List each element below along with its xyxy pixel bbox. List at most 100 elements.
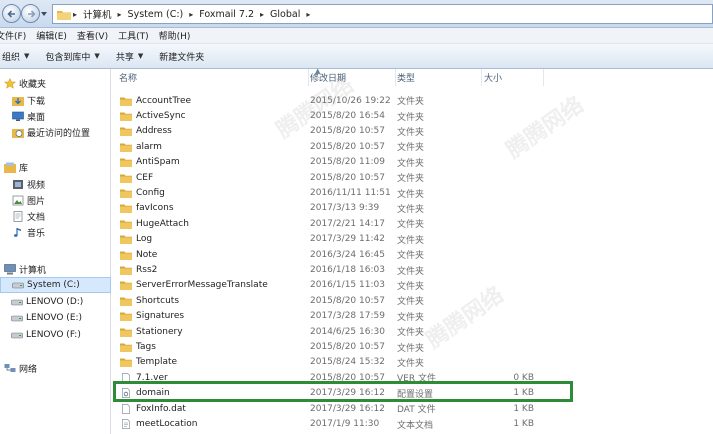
new-folder-button[interactable]: 新建文件夹	[155, 46, 216, 66]
nav-music-label: 音乐	[27, 228, 46, 239]
column-header-size[interactable]: 大小	[484, 69, 544, 86]
file-type: 文件夹	[397, 174, 425, 185]
column-header-modified[interactable]: 修改日期	[310, 69, 396, 86]
folder-icon	[120, 358, 132, 368]
star-icon	[4, 77, 16, 89]
file-row[interactable]: HugeAttach 2017/2/21 14:17 文件夹	[112, 216, 713, 231]
breadcrumb-separator[interactable]: ▸	[258, 10, 266, 19]
file-date: 2017/1/9 11:30	[310, 419, 380, 430]
breadcrumb-separator[interactable]: ▸	[187, 10, 195, 19]
nav-drive-c[interactable]: System (C:)	[0, 277, 111, 293]
folder-icon	[120, 281, 132, 291]
file-type: 文件夹	[397, 328, 425, 339]
file-name-cell: Template	[120, 357, 177, 368]
breadcrumb-separator[interactable]: ▸	[116, 10, 124, 19]
nav-drive-d[interactable]: LENOVO (D:)	[11, 294, 122, 310]
back-button[interactable]	[2, 4, 21, 23]
nav-documents[interactable]: 文档	[12, 208, 123, 224]
folder-icon	[120, 220, 132, 229]
breadcrumb-foxmail[interactable]: Foxmail 7.2	[195, 5, 258, 23]
network-icon	[4, 363, 16, 372]
nav-drive-e[interactable]: LENOVO (E:)	[11, 310, 122, 326]
nav-favorites[interactable]: 收藏夹	[4, 75, 115, 91]
file-date: 2015/8/20 10:57	[310, 141, 385, 152]
file-row[interactable]: meetLocation 2017/1/9 11:30 文本文档 1 KB	[112, 416, 713, 431]
file-row[interactable]: Template 2015/8/24 15:32 文件夹	[112, 355, 713, 370]
organize-button[interactable]: 组织 ▼	[0, 46, 41, 66]
file-row[interactable]: Config 2016/11/11 11:51 文件夹	[112, 185, 713, 200]
breadcrumb[interactable]: ▸ 计算机 ▸ System (C:) ▸ Foxmail 7.2 ▸ Glob…	[52, 4, 713, 24]
file-type: 文件夹	[397, 158, 425, 169]
nav-videos[interactable]: 视频	[12, 176, 123, 192]
menu-file[interactable]: 文件(F)	[0, 29, 32, 42]
breadcrumb-separator[interactable]: ▸	[71, 10, 79, 19]
folder-icon	[120, 343, 132, 353]
nav-network-label: 网络	[19, 364, 38, 375]
file-date: 2017/3/13 9:39	[310, 203, 380, 214]
nav-pictures[interactable]: 图片	[12, 192, 123, 208]
file-name-cell: AntiSpam	[120, 157, 180, 168]
column-header-type[interactable]: 类型	[397, 69, 482, 86]
file-date: 2015/8/24 15:32	[310, 357, 385, 368]
menu-help[interactable]: 帮助(H)	[155, 29, 197, 42]
recent-pages-dropdown-icon[interactable]	[40, 10, 48, 18]
menu-edit[interactable]: 编辑(E)	[32, 29, 73, 42]
drive-icon	[11, 332, 23, 338]
file-name-cell: CEF	[120, 173, 153, 183]
file-row[interactable]: Tags 2015/8/20 10:57 文件夹	[112, 339, 713, 354]
drive-icon	[11, 299, 23, 305]
file-row[interactable]: Address 2015/8/20 10:57 文件夹	[112, 124, 713, 139]
file-row[interactable]: FoxInfo.dat 2017/3/29 16:12 DAT 文件 1 KB	[112, 401, 713, 416]
nav-libraries-label: 库	[19, 163, 29, 174]
file-name-cell: Log	[120, 234, 152, 245]
file-type: 文本文档	[397, 420, 434, 431]
file-name-cell: ActiveSync	[120, 111, 186, 122]
file-row[interactable]: Rss2 2016/1/18 16:03 文件夹	[112, 262, 713, 277]
file-row[interactable]: ActiveSync 2015/8/20 16:54 文件夹	[112, 108, 713, 123]
file-name: Shortcuts	[136, 295, 180, 306]
menu-tools[interactable]: 工具(T)	[114, 29, 155, 42]
breadcrumb-computer[interactable]: 计算机	[79, 5, 116, 23]
file-row[interactable]: Signatures 2017/3/28 17:59 文件夹	[112, 309, 713, 324]
picture-icon	[12, 195, 24, 205]
folder-icon	[120, 297, 132, 306]
file-type: 文件夹	[397, 235, 425, 246]
file-row[interactable]: Shortcuts 2015/8/20 10:57 文件夹	[112, 293, 713, 308]
computer-icon	[4, 263, 16, 274]
file-row[interactable]: AccountTree 2015/10/26 19:22 文件夹	[112, 93, 713, 108]
file-row[interactable]: favIcons 2017/3/13 9:39 文件夹	[112, 201, 713, 216]
chevron-down-icon: ▼	[94, 52, 100, 60]
forward-button[interactable]	[21, 4, 40, 23]
column-header-name[interactable]: 名称	[119, 69, 309, 86]
arrow-left-icon	[7, 10, 15, 18]
file-row[interactable]: alarm 2015/8/20 10:57 文件夹	[112, 139, 713, 154]
include-in-library-button[interactable]: 包含到库中 ▼	[41, 46, 111, 66]
file-date: 2015/10/26 19:22	[310, 95, 391, 106]
file-row[interactable]: ServerErrorMessageTranslate 2016/1/15 11:…	[112, 278, 713, 293]
nav-recent-places[interactable]: 最近访问的位置	[12, 124, 123, 140]
nav-downloads[interactable]: 下载	[12, 92, 123, 108]
menu-view[interactable]: 查看(V)	[73, 29, 114, 42]
folder-icon	[120, 328, 132, 337]
download-folder-icon	[12, 96, 24, 106]
nav-music[interactable]: 音乐	[12, 224, 123, 240]
breadcrumb-separator[interactable]: ▸	[304, 10, 312, 19]
file-row[interactable]: Stationery 2014/6/25 16:30 文件夹	[112, 324, 713, 339]
file-type: 文件夹	[397, 127, 425, 138]
nav-network[interactable]: 网络	[4, 360, 115, 376]
arrow-right-icon	[28, 10, 36, 18]
nav-desktop[interactable]: 桌面	[12, 108, 123, 124]
nav-computer[interactable]: 计算机	[4, 261, 115, 277]
file-name-cell: Address	[120, 126, 172, 137]
breadcrumb-global[interactable]: Global	[266, 5, 304, 23]
nav-libraries[interactable]: 库	[4, 159, 115, 175]
file-row[interactable]: Note 2016/3/24 16:45 文件夹	[112, 247, 713, 262]
file-name: CEF	[136, 172, 154, 183]
breadcrumb-drive-c[interactable]: System (C:)	[124, 5, 188, 23]
command-bar: 组织 ▼ 包含到库中 ▼ 共享 ▼ 新建文件夹	[0, 44, 713, 69]
nav-drive-f[interactable]: LENOVO (F:)	[11, 327, 122, 343]
file-row[interactable]: Log 2017/3/29 11:42 文件夹	[112, 232, 713, 247]
share-button[interactable]: 共享 ▼	[112, 46, 155, 66]
file-row[interactable]: CEF 2015/8/20 10:57 文件夹	[112, 170, 713, 185]
file-row[interactable]: AntiSpam 2015/8/20 11:09 文件夹	[112, 155, 713, 170]
